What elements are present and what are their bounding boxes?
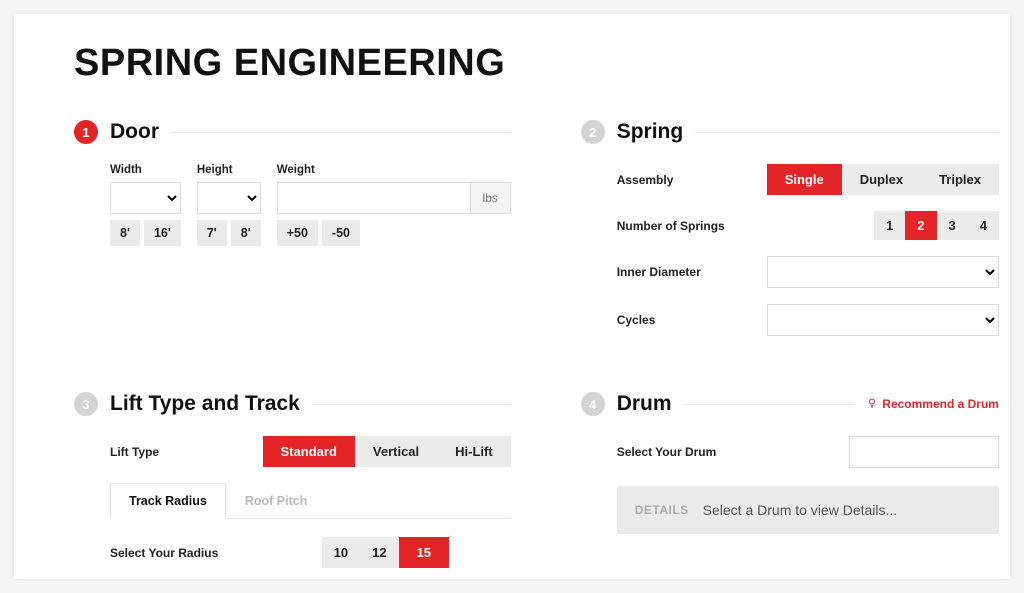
cycles-label: Cycles — [617, 313, 767, 327]
springs-3-button[interactable]: 3 — [937, 211, 968, 240]
recommend-drum-link[interactable]: Recommend a Drum — [866, 397, 999, 412]
assembly-triplex-button[interactable]: Triplex — [921, 164, 999, 195]
height-field-group: Height 7' 8' — [197, 164, 261, 246]
radius-15-button[interactable]: 15 — [399, 537, 449, 568]
cycles-select[interactable] — [767, 304, 999, 336]
divider — [171, 132, 511, 133]
divider — [312, 404, 511, 405]
assembly-label: Assembly — [617, 173, 767, 187]
details-label: DETAILS — [635, 503, 689, 517]
step-number-2: 2 — [581, 120, 605, 144]
page-title: SPRING ENGINEERING — [74, 42, 950, 85]
height-quick-7[interactable]: 7' — [197, 220, 227, 246]
step-number-4: 4 — [581, 392, 605, 416]
section-title-drum: Drum — [617, 392, 672, 416]
radius-group: 10 12 15 — [260, 537, 511, 568]
weight-label: Weight — [277, 164, 511, 176]
inner-diameter-label: Inner Diameter — [617, 265, 767, 279]
details-text: Select a Drum to view Details... — [703, 502, 898, 518]
width-label: Width — [110, 164, 181, 176]
divider — [695, 132, 999, 133]
springs-4-button[interactable]: 4 — [968, 211, 999, 240]
lift-type-group: Standard Vertical Hi-Lift — [260, 436, 511, 467]
width-quick-16[interactable]: 16' — [144, 220, 181, 246]
width-field-group: Width 8' 16' — [110, 164, 181, 246]
section-title-spring: Spring — [617, 120, 684, 144]
section-lift: 3 Lift Type and Track Lift Type Standard… — [74, 392, 511, 579]
height-select[interactable] — [197, 182, 261, 214]
assembly-duplex-button[interactable]: Duplex — [842, 164, 921, 195]
lift-type-label: Lift Type — [110, 445, 260, 459]
weight-quick-minus50[interactable]: -50 — [322, 220, 360, 246]
step-number-3: 3 — [74, 392, 98, 416]
step-number-1: 1 — [74, 120, 98, 144]
bulb-icon — [866, 397, 878, 412]
width-quick-8[interactable]: 8' — [110, 220, 140, 246]
section-title-lift: Lift Type and Track — [110, 392, 300, 416]
inner-diameter-select[interactable] — [767, 256, 999, 288]
weight-unit: lbs — [470, 183, 510, 213]
height-quick-8[interactable]: 8' — [231, 220, 261, 246]
lift-hilift-button[interactable]: Hi-Lift — [437, 436, 511, 467]
recommend-drum-label: Recommend a Drum — [882, 397, 999, 411]
weight-quick-plus50[interactable]: +50 — [277, 220, 318, 246]
tab-roof-pitch[interactable]: Roof Pitch — [226, 483, 327, 519]
divider — [684, 404, 855, 405]
radius-12-button[interactable]: 12 — [360, 537, 398, 568]
tab-track-radius[interactable]: Track Radius — [110, 483, 226, 519]
assembly-group: Single Duplex Triplex — [767, 164, 999, 195]
lift-tabs: Track Radius Roof Pitch — [110, 483, 511, 519]
springs-2-button[interactable]: 2 — [905, 211, 936, 240]
lift-standard-button[interactable]: Standard — [263, 436, 355, 467]
section-title-door: Door — [110, 120, 159, 144]
springs-1-button[interactable]: 1 — [874, 211, 905, 240]
radius-label: Select Your Radius — [110, 546, 260, 560]
select-drum-label: Select Your Drum — [617, 445, 767, 459]
num-springs-label: Number of Springs — [617, 219, 767, 233]
radius-10-button[interactable]: 10 — [322, 537, 360, 568]
section-drum: 4 Drum Recommend a Drum Select Your Drum… — [581, 392, 999, 579]
width-select[interactable] — [110, 182, 181, 214]
height-label: Height — [197, 164, 261, 176]
num-springs-group: 1 2 3 4 — [767, 211, 999, 240]
drum-input[interactable] — [849, 436, 999, 468]
section-spring: 2 Spring Assembly Single Duplex Triplex … — [581, 120, 999, 352]
section-door: 1 Door Width 8' 16' Height — [74, 120, 511, 352]
weight-field-group: Weight lbs +50 -50 — [277, 164, 511, 246]
assembly-single-button[interactable]: Single — [767, 164, 842, 195]
lift-vertical-button[interactable]: Vertical — [355, 436, 437, 467]
drum-details-box: DETAILS Select a Drum to view Details... — [617, 486, 999, 534]
weight-input[interactable] — [278, 183, 470, 213]
